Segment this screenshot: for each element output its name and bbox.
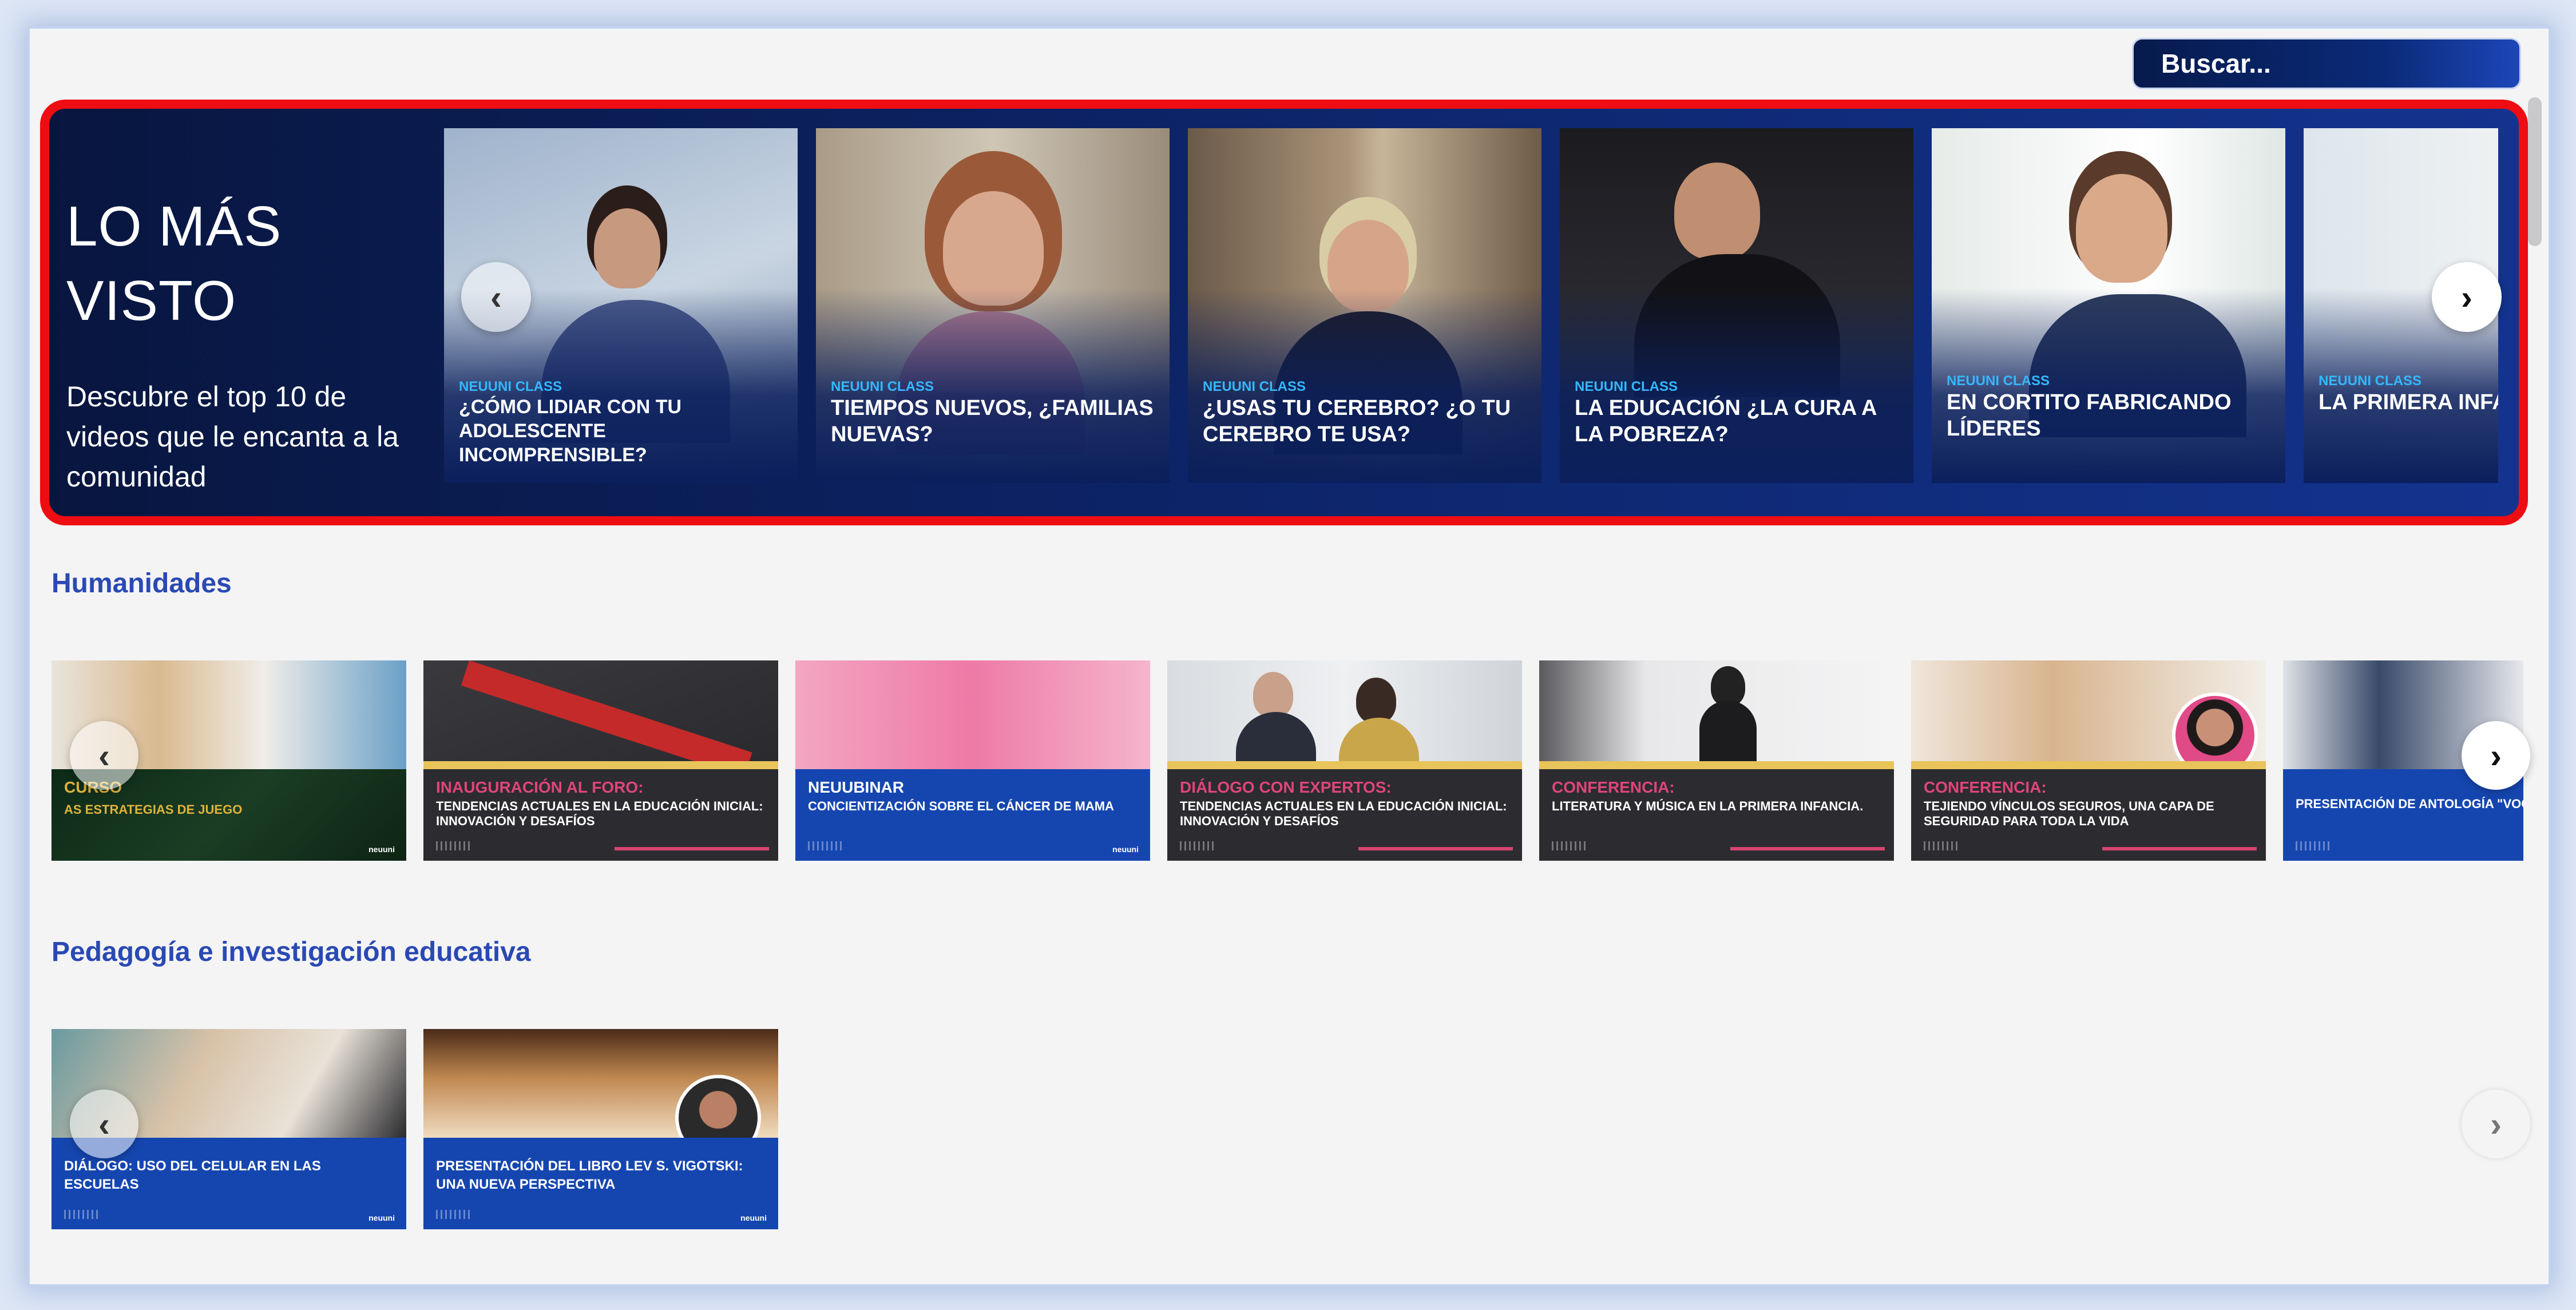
card-subtitle: LITERATURA Y MÚSICA EN LA PRIMERA INFANC… (1552, 799, 1864, 813)
pedagogia-row: DIÁLOGO: USO DEL CELULAR EN LAS ESCUELAS… (51, 1029, 2549, 1229)
video-card[interactable]: CONFERENCIA: LITERATURA Y MÚSICA EN LA P… (1539, 660, 1894, 861)
most-viewed-carousel: LO MÁS VISTO Descubre el top 10 de video… (40, 100, 2528, 525)
hero-card[interactable]: NEUUNI CLASS ¿USAS TU CEREBRO? ¿O TU CER… (1188, 128, 1541, 483)
card-subtitle: TEJIENDO VÍNCULOS SEGUROS, UNA CAPA DE S… (1924, 799, 2214, 828)
section-title[interactable]: Humanidades (51, 568, 232, 599)
hero-card-label: NEUUNI CLASS (459, 379, 562, 394)
hero-card-label: NEUUNI CLASS (1575, 379, 1678, 394)
chevron-left-icon[interactable]: ‹ (70, 721, 138, 790)
chevron-right-icon[interactable]: › (2432, 262, 2502, 332)
card-label: DIÁLOGO CON EXPERTOS: (1180, 778, 1392, 796)
chevron-right-icon[interactable]: › (2462, 1090, 2530, 1158)
hero-card-title: TIEMPOS NUEVOS, ¿FAMILIAS NUEVAS? (831, 396, 1154, 446)
hero-card-title: LA EDUCACIÓN ¿LA CURA A LA POBREZA? (1575, 396, 1877, 446)
video-card[interactable]: DIÁLOGO CON EXPERTOS: TENDENCIAS ACTUALE… (1167, 660, 1522, 861)
card-subtitle: CONCIENTIZACIÓN SOBRE EL CÁNCER DE MAMA (808, 799, 1114, 813)
card-label: CONFERENCIA: (1552, 778, 1675, 796)
vertical-scrollbar[interactable] (2528, 97, 2542, 246)
brand-logo: neuuni (1112, 845, 1139, 854)
chevron-left-icon[interactable]: ‹ (70, 1090, 138, 1158)
hero-card[interactable]: NEUUNI CLASS EN CORTITO FABRICANDO LÍDER… (1932, 128, 2285, 483)
card-label: CONFERENCIA: (1924, 778, 2047, 796)
brand-logo: neuuni (740, 1213, 767, 1222)
humanidades-row: CURSO AS ESTRATEGIAS DE JUEGO neuuni INA… (51, 660, 2549, 861)
card-title: DIÁLOGO: USO DEL CELULAR EN LAS ESCUELAS (64, 1158, 321, 1192)
card-label: INAUGURACIÓN AL FORO: (436, 778, 644, 796)
brand-logo: neuuni (368, 845, 395, 854)
video-card[interactable]: CONFERENCIA: TEJIENDO VÍNCULOS SEGUROS, … (1911, 660, 2266, 861)
hero-card-label: NEUUNI CLASS (831, 379, 934, 394)
hero-card-label: NEUUNI CLASS (1947, 373, 2050, 389)
chevron-right-icon[interactable]: › (2462, 721, 2530, 790)
section-title[interactable]: Pedagogía e investigación educativa (51, 936, 531, 968)
page-frame: Buscar... LO MÁS VISTO Descubre el top 1… (27, 26, 2551, 1287)
hero-card-title: ¿USAS TU CEREBRO? ¿O TU CEREBRO TE USA? (1203, 396, 1511, 446)
card-label: NEUUBINAR (808, 778, 904, 796)
hero-card-title: EN CORTITO FABRICANDO LÍDERES (1947, 390, 2232, 441)
card-subtitle: TENDENCIAS ACTUALES EN LA EDUCACIÓN INIC… (436, 799, 763, 828)
card-subtitle: PRESENTACIÓN DE ANTOLOGÍA "VOCES RESILIE… (2296, 797, 2523, 811)
hero-card-label: NEUUNI CLASS (1203, 379, 1306, 394)
hero-card[interactable]: NEUUNI CLASS TIEMPOS NUEVOS, ¿FAMILIAS N… (816, 128, 1170, 483)
hero-card-label: NEUUNI CLASS (2319, 373, 2422, 389)
video-card[interactable]: INAUGURACIÓN AL FORO: TENDENCIAS ACTUALE… (423, 660, 778, 861)
video-card[interactable]: PRESENTACIÓN DEL LIBRO LEV S. VIGOTSKI: … (423, 1029, 778, 1229)
brand-logo: neuuni (368, 1213, 395, 1222)
hero-card-title: ¿CÓMO LIDIAR CON TU ADOLESCENTE INCOMPRE… (459, 396, 682, 466)
hero-title: LO MÁS VISTO (66, 195, 282, 332)
card-subtitle: TENDENCIAS ACTUALES EN LA EDUCACIÓN INIC… (1180, 799, 1507, 828)
hero-card-title: LA PRIMERA INFANCIA (2319, 390, 2498, 414)
chevron-left-icon[interactable]: ‹ (461, 262, 531, 332)
video-card[interactable]: NEUUBINAR CONCIENTIZACIÓN SOBRE EL CÁNCE… (795, 660, 1150, 861)
hero-subtitle: Descubre el top 10 de videos que le enca… (66, 381, 399, 493)
card-title: PRESENTACIÓN DEL LIBRO LEV S. VIGOTSKI: … (436, 1158, 743, 1192)
search-placeholder: Buscar... (2161, 49, 2271, 78)
hero-track: NEUUNI CLASS ¿CÓMO LIDIAR CON TU ADOLESC… (444, 128, 2498, 483)
search-input[interactable]: Buscar... (2132, 38, 2521, 89)
card-subtitle: AS ESTRATEGIAS DE JUEGO (64, 802, 243, 817)
hero-card[interactable]: NEUUNI CLASS LA EDUCACIÓN ¿LA CURA A LA … (1560, 128, 1913, 483)
